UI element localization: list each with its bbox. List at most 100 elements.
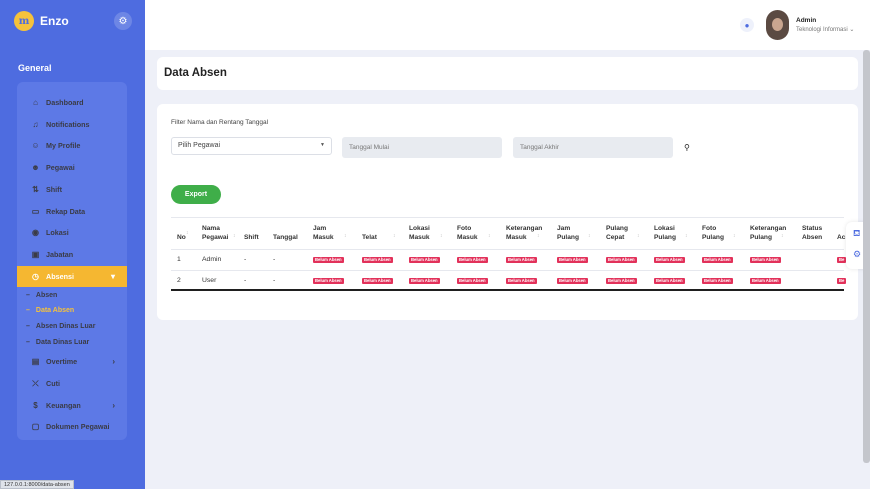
table-header-cell[interactable]: Lokasi Pulang — [654, 224, 676, 242]
status-badge: Belum Absen — [362, 278, 393, 284]
settings-icon[interactable]: ⚙ — [853, 249, 861, 260]
sort-icon[interactable]: ↕ — [733, 233, 736, 239]
table-header-cell[interactable]: Pulang Cepat — [606, 224, 628, 242]
table-header-cell[interactable]: Lokasi Masuk — [409, 224, 430, 242]
sidebar-subitem-absen[interactable]: – Absen — [26, 292, 57, 299]
employee-select[interactable]: Pilih Pegawai ▼ — [171, 137, 332, 155]
status-badge: Belum Absen — [506, 278, 537, 284]
sort-icon[interactable]: ↕ — [186, 230, 189, 236]
dash-icon: – — [26, 323, 30, 330]
filter-label: Filter Nama dan Rentang Tanggal — [171, 119, 269, 126]
sort-icon[interactable]: ↕ — [440, 233, 443, 239]
sidebar-item-dashboard[interactable]: ⌂ Dashboard — [17, 92, 127, 113]
sidebar-subitem-absen-dinas-luar[interactable]: – Absen Dinas Luar — [26, 323, 95, 330]
caret-down-icon: ▼ — [320, 142, 325, 148]
export-button[interactable]: Export — [171, 185, 221, 204]
gear-icon[interactable]: ⚙ — [114, 12, 132, 30]
brush-icon[interactable]: ⛾ — [853, 228, 860, 240]
status-badge: Belum Absen — [750, 278, 781, 284]
sidebar-item-notifications[interactable]: ♫ Notifications — [17, 114, 127, 135]
brand[interactable]: m Enzo — [14, 11, 69, 31]
status-badge: Belum Absen — [313, 257, 344, 263]
sidebar-item-rekap-data[interactable]: ▭ Rekap Data — [17, 201, 127, 222]
status-badge: Belum Absen — [750, 257, 781, 263]
status-badge: Belum Absen — [457, 257, 488, 263]
user-name[interactable]: Admin — [796, 17, 816, 24]
table-top-border — [171, 217, 844, 218]
dash-icon: – — [26, 339, 30, 346]
table-header-divider — [171, 249, 844, 250]
end-date-input[interactable]: Tanggal Akhir — [513, 137, 673, 158]
start-date-input[interactable]: Tanggal Mulai — [342, 137, 502, 158]
page-scrollbar[interactable] — [863, 50, 870, 463]
sidebar-item-absensi[interactable]: ◷ Absensi ▾ — [17, 266, 127, 287]
action-badge[interactable]: Be — [837, 257, 847, 263]
sidebar-item-overtime[interactable]: ▤ Overtime › — [17, 351, 127, 372]
sort-icon[interactable]: ↕ — [781, 233, 784, 239]
dash-icon: – — [26, 307, 30, 314]
table-cell: - — [244, 277, 247, 284]
sort-icon[interactable]: ↕ — [685, 233, 688, 239]
status-badge: Belum Absen — [654, 278, 685, 284]
sort-icon[interactable]: ↕ — [637, 233, 640, 239]
user-icon: ☺ — [31, 141, 40, 150]
table-cell: - — [244, 256, 247, 263]
dash-icon: – — [26, 292, 30, 299]
status-badge: Belum Absen — [313, 278, 344, 284]
sidebar-item-lokasi[interactable]: ◉ Lokasi — [17, 222, 127, 243]
table-header-cell[interactable]: Foto Masuk — [457, 224, 478, 242]
sort-icon[interactable]: ↕ — [233, 233, 236, 239]
table-header-cell[interactable]: Telat — [362, 233, 377, 242]
table-row-divider — [171, 270, 844, 271]
topbar — [145, 0, 870, 50]
location-icon: ◉ — [32, 228, 39, 237]
sort-icon[interactable]: ↕ — [488, 233, 491, 239]
user-role[interactable]: Teknologi Informasi ⌄ — [796, 26, 854, 33]
table-horizontal-scrollbar[interactable] — [171, 289, 844, 291]
avatar-face — [772, 18, 783, 31]
sidebar-item-cuti[interactable]: ⤫ Cuti — [17, 373, 127, 394]
table-header-cell[interactable]: Jam Pulang — [557, 224, 579, 242]
clock-icon: ◷ — [32, 272, 39, 281]
status-badge: Belum Absen — [362, 257, 393, 263]
sidebar-item-dokumen-pegawai[interactable]: ▢ Dokumen Pegawai — [17, 416, 127, 437]
table-cell: User — [202, 277, 217, 284]
home-icon: ⌂ — [33, 98, 38, 107]
status-badge: Belum Absen — [557, 257, 588, 263]
sidebar-subitem-data-absen[interactable]: – Data Absen — [26, 307, 74, 314]
sidebar-subitem-data-dinas-luar[interactable]: – Data Dinas Luar — [26, 339, 89, 346]
avatar[interactable] — [766, 10, 789, 40]
status-badge: Belum Absen — [409, 257, 440, 263]
table-header-cell[interactable]: No — [177, 233, 186, 242]
status-badge: Belum Absen — [557, 278, 588, 284]
table-header-cell[interactable]: Shift — [244, 233, 259, 242]
chevron-down-icon: ▾ — [110, 272, 115, 281]
status-badge: Belum Absen — [702, 257, 733, 263]
table-header-cell[interactable]: Tanggal — [273, 233, 298, 242]
table-header-cell[interactable]: Nama Pegawai — [202, 224, 228, 242]
title-card — [157, 57, 858, 90]
table-header-cell[interactable]: Jam Masuk — [313, 224, 334, 242]
sidebar-item-shift[interactable]: ⇅ Shift — [17, 179, 127, 200]
sidebar-item-pegawai[interactable]: ☻ Pegawai — [17, 157, 127, 178]
sidebar-item-my-profile[interactable]: ☺ My Profile — [17, 135, 127, 156]
page-title: Data Absen — [164, 67, 227, 79]
chevron-right-icon: › — [112, 357, 115, 366]
sidebar-item-jabatan[interactable]: ▣ Jabatan — [17, 244, 127, 265]
status-badge: Belum Absen — [702, 278, 733, 284]
search-icon[interactable]: ⚲ — [684, 143, 690, 152]
action-badge[interactable]: Be — [837, 278, 847, 284]
sidebar-section-title: General — [18, 63, 52, 73]
sort-icon[interactable]: ↕ — [393, 233, 396, 239]
sort-icon[interactable]: ↕ — [537, 233, 540, 239]
sidebar-item-keuangan[interactable]: $ Keuangan › — [17, 395, 127, 416]
status-badge: Belum Absen — [409, 278, 440, 284]
table-header-cell[interactable]: Status Absen — [802, 224, 822, 242]
table-header-cell[interactable]: Ac — [837, 233, 845, 242]
table-header-cell[interactable]: Foto Pulang — [702, 224, 724, 242]
table-cell: Admin — [202, 256, 222, 263]
table-cell: - — [273, 277, 276, 284]
sort-icon[interactable]: ↕ — [344, 233, 347, 239]
notification-bell-icon[interactable]: ● — [740, 18, 754, 32]
sort-icon[interactable]: ↕ — [588, 233, 591, 239]
